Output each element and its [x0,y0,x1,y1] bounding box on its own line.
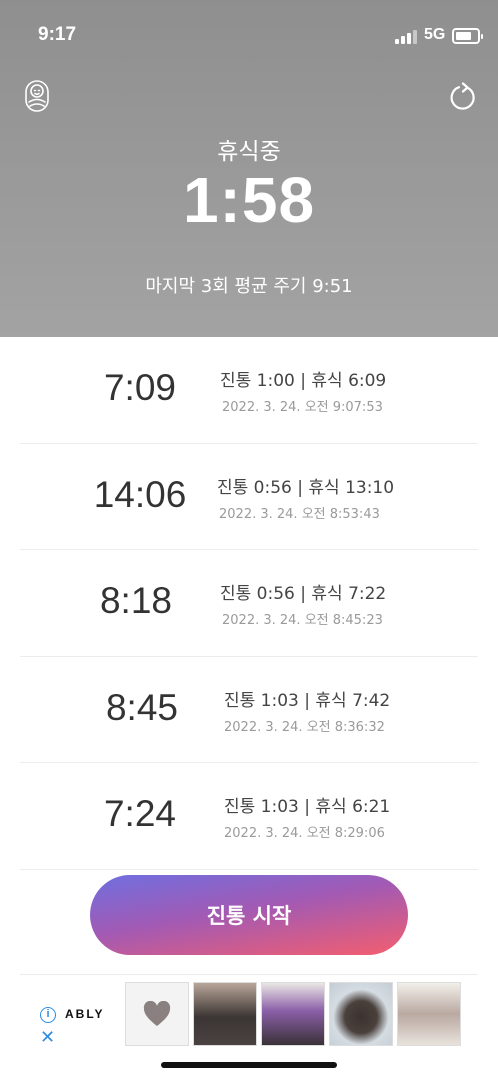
heart-icon[interactable] [125,982,189,1046]
record-timestamp: 2022. 3. 24. 오전 8:45:23 [222,613,383,628]
home-indicator[interactable] [161,1062,337,1068]
record-timestamp: 2022. 3. 24. 오전 8:36:32 [224,719,385,735]
list-item: 7:24 진통 1:03 | 휴식 6:21 2022. 3. 24. 오전 8… [20,763,478,870]
network-label: 5G [424,26,446,43]
contraction-list: 7:09 진통 1:00 | 휴식 6:09 2022. 3. 24. 오전 9… [20,337,478,870]
record-detail: 진통 0:56 | 휴식 13:10 [217,477,395,498]
status-time: 9:17 [38,24,77,45]
record-timestamp: 2022. 3. 24. 오전 9:07:53 [222,400,383,415]
record-interval: 7:09 [103,367,176,408]
ad-brand[interactable]: ABLY [65,1007,105,1021]
header: 9:17 5G 휴식중 1:58 마지막 3회 평균 주기 9:51 [0,0,498,337]
list-item: 14:06 진통 0:56 | 휴식 13:10 2022. 3. 24. 오전… [20,444,478,550]
info-icon[interactable]: i [40,1007,56,1023]
product-image[interactable] [329,982,393,1046]
status-bar: 9:17 5G [0,0,498,70]
state-label: 휴식중 [217,139,281,165]
record-interval: 8:18 [99,580,172,621]
start-contraction-button[interactable]: 진통 시작 [90,875,408,955]
list-item: 8:45 진통 1:03 | 휴식 7:42 2022. 3. 24. 오전 8… [20,657,478,763]
record-detail: 진통 1:03 | 휴식 6:21 [224,797,391,817]
ad-thumbnails[interactable] [125,982,461,1046]
record-interval: 7:24 [103,793,176,834]
product-image[interactable] [261,982,325,1046]
reset-icon[interactable] [448,82,478,112]
close-icon[interactable]: ✕ [40,1027,55,1048]
record-interval: 8:45 [105,686,178,728]
product-image[interactable] [397,982,461,1046]
product-image[interactable] [193,982,257,1046]
list-item: 7:09 진통 1:00 | 휴식 6:09 2022. 3. 24. 오전 9… [20,337,478,444]
record-timestamp: 2022. 3. 24. 오전 8:29:06 [224,826,385,841]
signal-icon [395,30,417,44]
list-item: 8:18 진통 0:56 | 휴식 7:22 2022. 3. 24. 오전 8… [20,550,478,657]
rest-timer: 1:58 [182,164,316,236]
battery-icon [452,28,483,44]
record-interval: 14:06 [93,473,187,515]
battery-level [456,32,471,40]
record-detail: 진통 0:56 | 휴식 7:22 [220,584,387,604]
record-detail: 진통 1:00 | 휴식 6:09 [220,371,387,391]
baby-icon[interactable] [24,80,50,112]
average-cycle: 마지막 3회 평균 주기 9:51 [145,276,353,297]
record-timestamp: 2022. 3. 24. 오전 8:53:43 [219,506,380,522]
record-detail: 진통 1:03 | 휴식 7:42 [224,690,391,711]
